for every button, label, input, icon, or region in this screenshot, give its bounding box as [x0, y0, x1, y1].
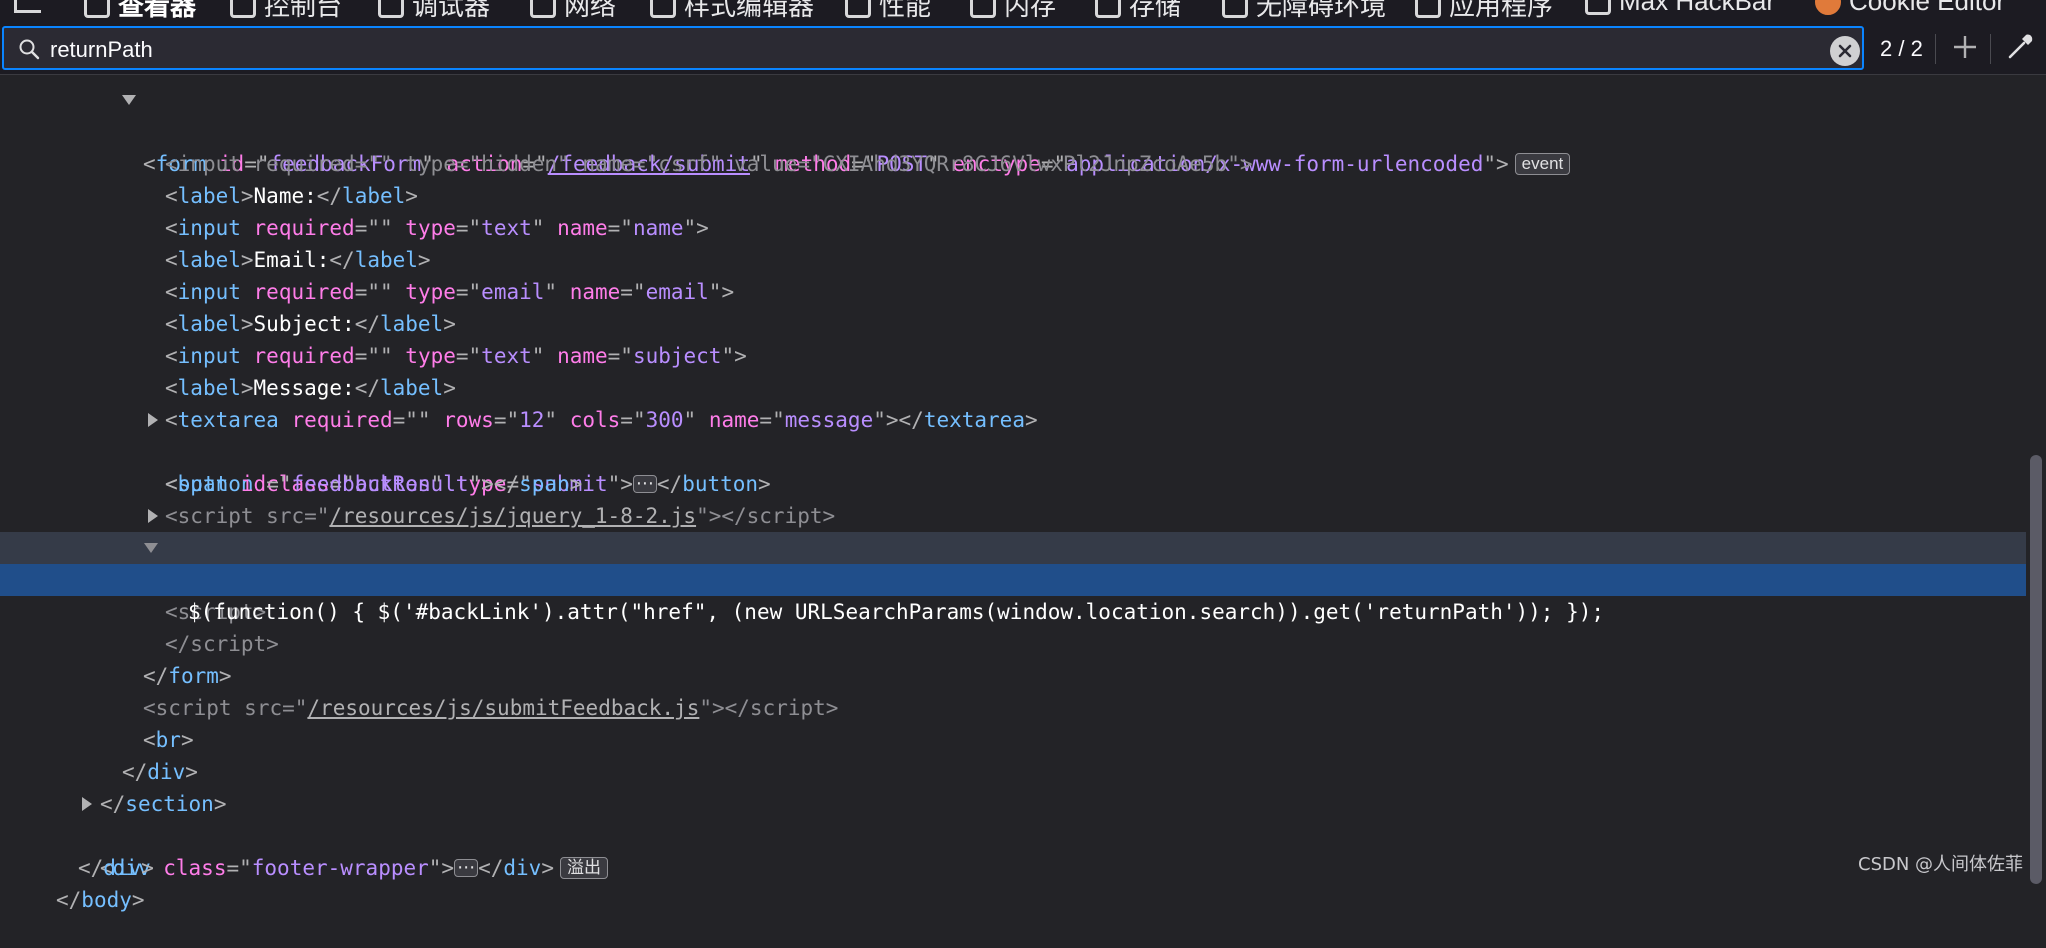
tree-node-input-email[interactable]: <input required="" type="email" name="em… — [0, 244, 2026, 304]
search-bar: 2 / 2 — [0, 24, 2046, 75]
tab-memory[interactable]: 内存 — [970, 0, 1056, 23]
search-field[interactable] — [2, 26, 1864, 70]
tree-node-body-close[interactable]: </body> — [0, 852, 2026, 912]
network-icon — [530, 0, 556, 18]
tree-node-label[interactable]: <label>Message:</label> — [0, 340, 2026, 400]
vertical-scrollbar[interactable] — [2030, 455, 2042, 884]
tab-storage[interactable]: 存储 — [1095, 0, 1181, 23]
performance-icon — [845, 0, 871, 18]
storage-icon — [1095, 0, 1121, 18]
tree-node-section-close[interactable]: </section> — [0, 756, 2026, 816]
tree-node-form-close[interactable]: </form> — [0, 628, 2026, 688]
cookie-icon — [1815, 0, 1841, 15]
tree-node-script-text[interactable]: $(function() { $('#backLink').attr("href… — [0, 564, 2026, 624]
tree-node-br[interactable]: <br> — [0, 692, 2026, 752]
close-icon — [1838, 44, 1852, 58]
search-icon — [19, 39, 40, 60]
search-input[interactable] — [48, 32, 1832, 68]
tab-console[interactable]: 控制台 — [230, 0, 342, 23]
element-picker-icon[interactable] — [14, 0, 41, 13]
console-icon — [230, 0, 256, 18]
tree-node-label[interactable]: <label>Subject:</label> — [0, 276, 2026, 336]
eyedropper-icon[interactable] — [2005, 32, 2035, 62]
debugger-icon — [378, 0, 404, 18]
tree-node-button[interactable]: <button class="button" type="submit"></b… — [0, 404, 2026, 500]
divider — [1935, 34, 1936, 64]
tree-node-div-linkback[interactable]: <div class="is-linkback"></div> — [0, 500, 2026, 596]
match-count: 2 / 2 — [1880, 36, 1923, 61]
tab-cookie-editor[interactable]: Cookie Editor — [1815, 0, 2005, 17]
expand-triangle-icon[interactable] — [144, 543, 158, 553]
divider — [1990, 34, 1991, 64]
expand-triangle-icon[interactable] — [122, 95, 136, 105]
tree-node-script-jquery[interactable]: <script src="/resources/js/jquery_1-8-2.… — [0, 468, 2026, 528]
accessibility-icon — [1222, 0, 1248, 18]
tree-node-input-subject[interactable]: <input required="" type="text" name="sub… — [0, 308, 2026, 368]
tree-node-label[interactable]: <label>Name:</label> — [0, 148, 2026, 208]
tab-performance[interactable]: 性能 — [845, 0, 931, 23]
tree-node-div-close[interactable]: </div> — [0, 724, 2026, 784]
tab-inspector[interactable]: 查看器 — [84, 0, 196, 23]
expand-triangle-icon[interactable] — [148, 413, 158, 427]
tree-node-footer[interactable]: <div class="footer-wrapper"></div>溢出 — [0, 788, 2026, 884]
tab-style-editor[interactable]: 样式编辑器 — [650, 0, 814, 23]
style-editor-icon — [650, 0, 676, 18]
tree-node-input-csrf[interactable]: <input required="" type="hidden" name="c… — [0, 116, 2026, 176]
add-node-button[interactable] — [1950, 32, 1980, 62]
markup-tree: <form id="feedbackForm" action="/feedbac… — [0, 84, 2026, 912]
watermark: CSDN @人间体佐菲 — [1858, 854, 2024, 875]
tree-node-script-submit[interactable]: <script src="/resources/js/submitFeedbac… — [0, 660, 2026, 720]
tab-debugger[interactable]: 调试器 — [378, 0, 490, 23]
tree-node-script-close[interactable]: </script> — [0, 596, 2026, 656]
devtools-toolbar: 查看器 控制台 调试器 网络 样式编辑器 性能 内存 存储 无障碍环境 应用程序… — [0, 0, 2046, 24]
tab-network[interactable]: 网络 — [530, 0, 616, 23]
clear-search-button[interactable] — [1830, 36, 1860, 66]
tree-node-script-inline[interactable]: <script> — [0, 532, 2026, 624]
tree-node-form[interactable]: <form id="feedbackForm" action="/feedbac… — [0, 84, 2026, 176]
tree-node-textarea[interactable]: <textarea required="" rows="12" cols="30… — [0, 372, 2026, 432]
application-icon — [1415, 0, 1441, 18]
hackbar-icon — [1585, 0, 1611, 15]
tree-node-input-name[interactable]: <input required="" type="text" name="nam… — [0, 180, 2026, 240]
tab-accessibility[interactable]: 无障碍环境 — [1222, 0, 1386, 23]
tree-node-span[interactable]: <span id="feedbackResult"></span> — [0, 436, 2026, 496]
tab-application[interactable]: 应用程序 — [1415, 0, 1553, 23]
inspector-icon — [84, 0, 110, 18]
tree-node-label[interactable]: <label>Email:</label> — [0, 212, 2026, 272]
expand-triangle-icon[interactable] — [148, 509, 158, 523]
expand-triangle-icon[interactable] — [82, 797, 92, 811]
tree-node-div-close[interactable]: </div> — [0, 820, 2026, 880]
tab-max-hackbar[interactable]: Max HackBar — [1585, 0, 1775, 17]
memory-icon — [970, 0, 996, 18]
